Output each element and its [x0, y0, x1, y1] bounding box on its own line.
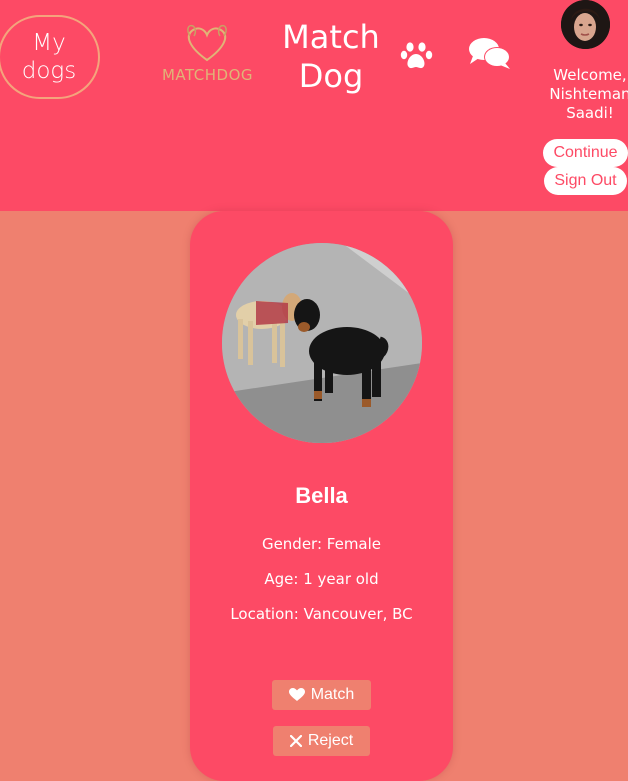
welcome-message: Welcome, Nishteman Saadi! — [549, 66, 628, 122]
heart-icon — [288, 688, 305, 701]
chat-bubbles-icon — [469, 38, 510, 69]
dog-age: Age: 1 year old — [264, 570, 379, 588]
top-header: My dogs MATCHDOG Match Dog Welcome, Nish… — [0, 0, 628, 211]
dog-photo — [222, 243, 422, 443]
brand-title: Match Dog — [282, 18, 380, 95]
close-icon — [289, 735, 302, 747]
my-dogs-label: My dogs — [21, 30, 77, 84]
reject-button[interactable]: Reject — [273, 726, 370, 756]
chat-nav-link[interactable] — [468, 36, 512, 72]
sign-out-button[interactable]: Sign Out — [544, 167, 627, 195]
user-avatar[interactable] — [561, 0, 610, 49]
dog-photo-image — [222, 243, 422, 443]
user-avatar-image — [561, 0, 610, 49]
my-dogs-button[interactable]: My dogs — [0, 15, 100, 99]
dog-gender: Gender: Female — [261, 535, 382, 553]
paw-icon — [400, 42, 433, 69]
logo-wordmark: MATCHDOG — [161, 66, 254, 84]
match-button-label: Match — [310, 686, 355, 703]
match-button[interactable]: Match — [272, 680, 371, 710]
paw-nav-link[interactable] — [400, 38, 434, 72]
continue-button[interactable]: Continue — [543, 139, 628, 167]
reject-button-label: Reject — [307, 732, 354, 749]
dog-heart-logo-icon — [187, 24, 227, 62]
dog-location: Location: Vancouver, BC — [230, 605, 413, 623]
dog-name: Bella — [295, 483, 348, 508]
dog-profile-card: Bella Gender: Female Age: 1 year old Loc… — [190, 211, 453, 781]
matchdog-logo[interactable]: MATCHDOG — [160, 22, 255, 90]
